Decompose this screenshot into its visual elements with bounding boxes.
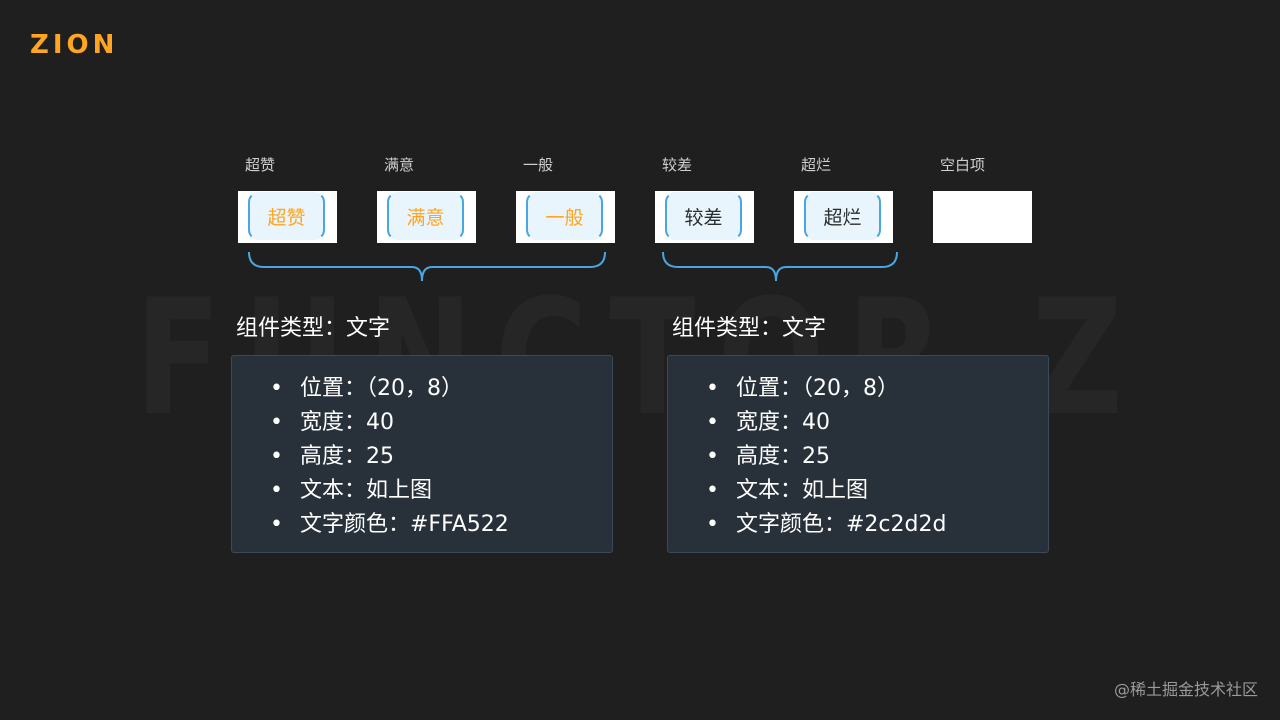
property-position: 位置：（20，8） — [706, 372, 1048, 406]
column-label-blank: 空白项 — [940, 156, 986, 174]
column-label-terrible: 超烂 — [801, 156, 832, 174]
property-text: 文本：如上图 — [706, 474, 1048, 508]
group-title-left: 组件类型：文字 — [236, 316, 391, 341]
rating-chip-average: 一般 — [526, 192, 603, 240]
rating-chip-terrible: 超烂 — [804, 192, 881, 240]
property-height: 高度：25 — [270, 440, 612, 474]
rating-chip-satisfied: 满意 — [387, 192, 464, 240]
property-position: 位置：（20，8） — [270, 372, 612, 406]
group-title-right: 组件类型：文字 — [672, 316, 827, 341]
property-height: 高度：25 — [706, 440, 1048, 474]
rating-chip-poor: 较差 — [665, 192, 742, 240]
group-brace-left — [248, 251, 606, 282]
rating-item-terrible[interactable]: 超烂 — [794, 191, 893, 243]
group-brace-right — [662, 251, 898, 282]
property-width: 宽度：40 — [706, 406, 1048, 440]
source-credit: @稀土掘金技术社区 — [1113, 680, 1258, 699]
property-width: 宽度：40 — [270, 406, 612, 440]
slide: ZION FUNCTOR Z 超赞 满意 一般 较差 超烂 空白项 超赞 满意 … — [0, 0, 1280, 720]
property-text-color: 文字颜色：#FFA522 — [270, 508, 612, 542]
rating-item-satisfied[interactable]: 满意 — [377, 191, 476, 243]
property-text-color: 文字颜色：#2c2d2d — [706, 508, 1048, 542]
properties-panel-right: 位置：（20，8） 宽度：40 高度：25 文本：如上图 文字颜色：#2c2d2… — [667, 355, 1049, 553]
column-label-satisfied: 满意 — [384, 156, 415, 174]
rating-item-average[interactable]: 一般 — [516, 191, 615, 243]
column-label-poor: 较差 — [662, 156, 693, 174]
column-label-superb: 超赞 — [245, 156, 276, 174]
rating-item-superb[interactable]: 超赞 — [238, 191, 337, 243]
properties-panel-left: 位置：（20，8） 宽度：40 高度：25 文本：如上图 文字颜色：#FFA52… — [231, 355, 613, 553]
property-text: 文本：如上图 — [270, 474, 612, 508]
zion-logo: ZION — [30, 30, 119, 60]
rating-item-blank[interactable] — [933, 191, 1032, 243]
column-label-average: 一般 — [523, 156, 554, 174]
rating-chip-superb: 超赞 — [248, 192, 325, 240]
rating-item-poor[interactable]: 较差 — [655, 191, 754, 243]
